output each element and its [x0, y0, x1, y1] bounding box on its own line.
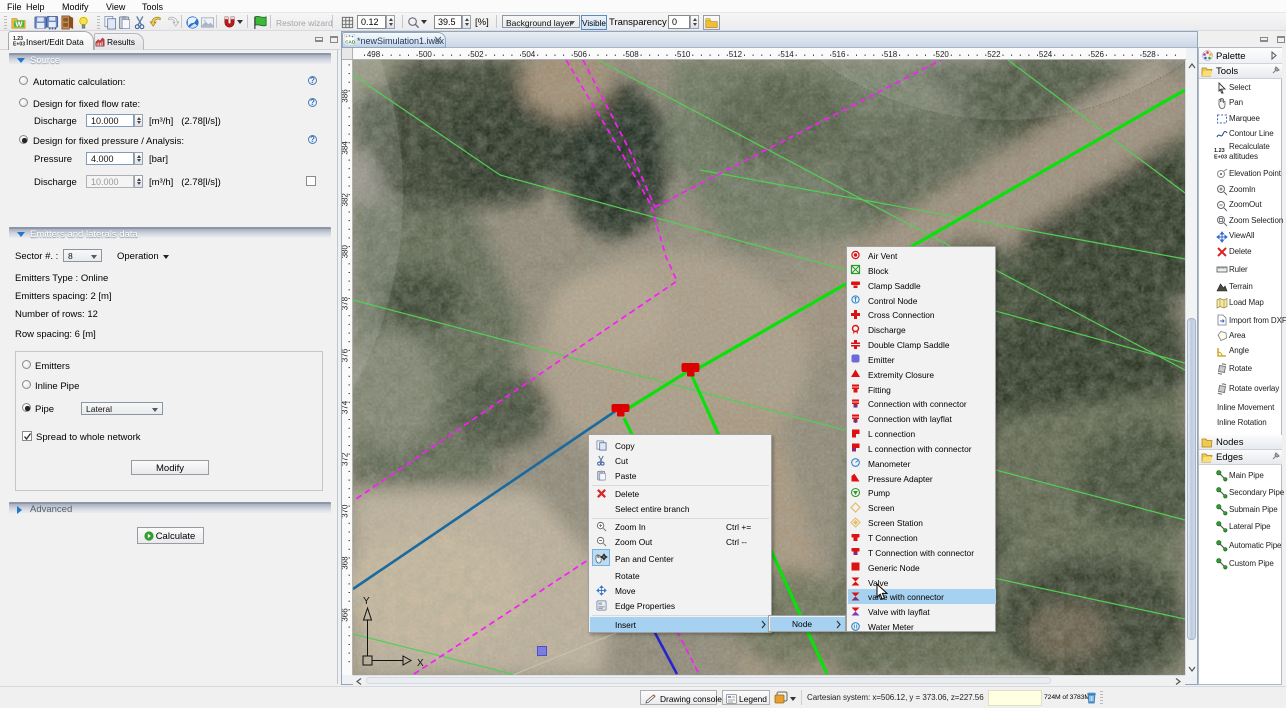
svg-text:Y: Y — [363, 596, 370, 607]
svg-text:376: 376 — [342, 348, 350, 362]
svg-text:370: 370 — [342, 504, 350, 518]
svg-text:520: 520 — [936, 50, 950, 59]
svg-text:522: 522 — [987, 50, 1001, 59]
svg-text:508: 508 — [625, 50, 639, 59]
svg-text:498: 498 — [367, 50, 381, 59]
svg-text:518: 518 — [884, 50, 898, 59]
svg-text:500: 500 — [419, 50, 433, 59]
svg-text:366: 366 — [342, 608, 350, 622]
svg-text:X: X — [417, 658, 424, 669]
svg-text:510: 510 — [677, 50, 691, 59]
svg-text:372: 372 — [342, 452, 350, 466]
svg-text:514: 514 — [780, 50, 794, 59]
svg-text:386: 386 — [342, 89, 350, 103]
svg-text:516: 516 — [832, 50, 846, 59]
svg-text:506: 506 — [574, 50, 588, 59]
svg-text:W: W — [15, 19, 23, 28]
svg-text:E+03: E+03 — [13, 42, 25, 47]
svg-text:368: 368 — [342, 556, 350, 570]
svg-text:374: 374 — [342, 400, 350, 414]
svg-text:526: 526 — [1091, 50, 1105, 59]
svg-text:512: 512 — [729, 50, 743, 59]
svg-text:CAD: CAD — [345, 40, 355, 45]
svg-text:504: 504 — [522, 50, 536, 59]
svg-text:380: 380 — [342, 244, 350, 258]
svg-text:378: 378 — [342, 296, 350, 310]
svg-text:382: 382 — [342, 193, 350, 207]
svg-text:528: 528 — [1142, 50, 1156, 59]
svg-text:524: 524 — [1039, 50, 1053, 59]
svg-text:502: 502 — [470, 50, 484, 59]
svg-text:384: 384 — [342, 141, 350, 155]
